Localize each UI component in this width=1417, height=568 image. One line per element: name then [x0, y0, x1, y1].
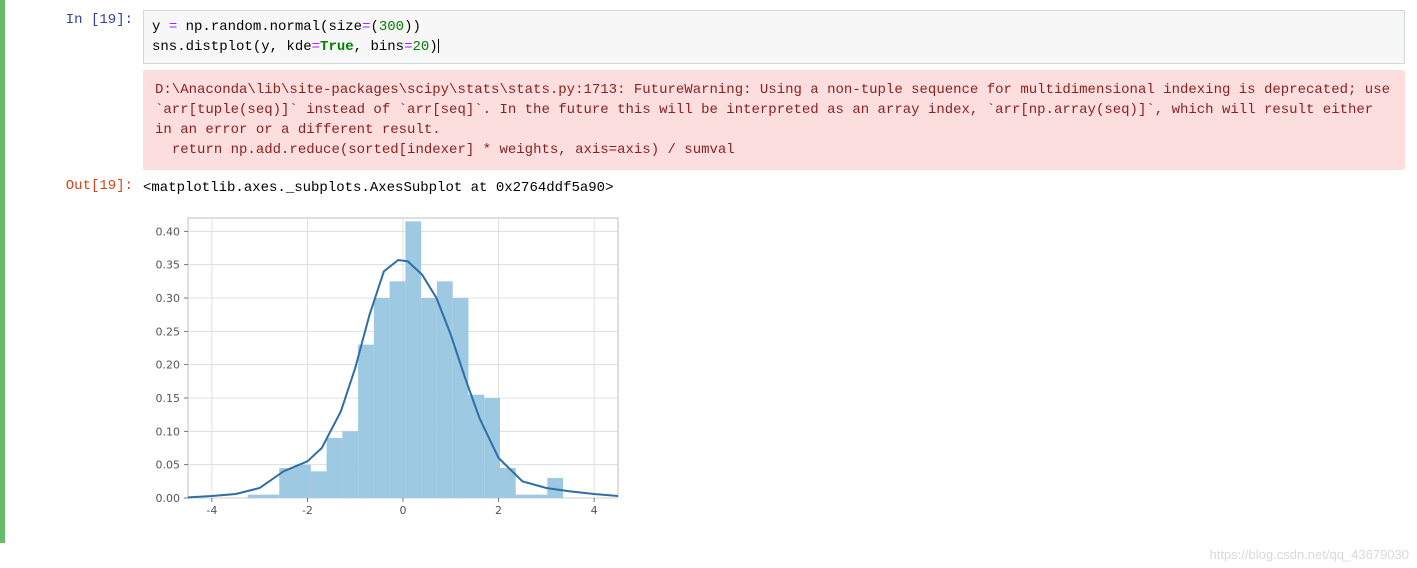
distplot-chart: -4 -2 0 2 4 0.00 0.05 0.10 0.15 0.20 0.25 0.30 0.35 0…	[133, 208, 633, 528]
histogram-bar	[358, 345, 374, 498]
x-tick-label: 2	[495, 504, 502, 517]
x-tick-label: -2	[302, 504, 313, 517]
x-tick-label: -4	[206, 504, 217, 517]
warning-output: D:\Anaconda\lib\site-packages\scipy\stat…	[143, 70, 1405, 170]
output-prompt: Out[19]:	[5, 176, 143, 196]
y-tick-label: 0.00	[156, 492, 181, 505]
histogram-bar	[532, 495, 548, 498]
y-tick-label: 0.05	[156, 459, 181, 472]
y-tick-label: 0.40	[156, 225, 181, 238]
histogram-bar	[516, 495, 532, 498]
histogram-bar	[311, 471, 327, 498]
notebook-cell: In [19]: y = np.random.normal(size=(300)…	[0, 0, 1417, 543]
histogram-bar	[453, 298, 469, 498]
output-row: Out[19]: <matplotlib.axes._subplots.Axes…	[5, 176, 1405, 198]
histogram-bar	[263, 495, 279, 498]
output-text: <matplotlib.axes._subplots.AxesSubplot a…	[143, 176, 1405, 198]
input-row: In [19]: y = np.random.normal(size=(300)…	[5, 10, 1405, 64]
histogram-bar	[390, 281, 406, 498]
y-tick-label: 0.35	[156, 259, 181, 272]
y-tick-label: 0.10	[156, 425, 181, 438]
y-tick-label: 0.15	[156, 392, 181, 405]
y-tick-label: 0.20	[156, 359, 181, 372]
histogram-bar	[295, 465, 311, 498]
stderr-row: D:\Anaconda\lib\site-packages\scipy\stat…	[5, 70, 1405, 170]
y-tick-label: 0.30	[156, 292, 181, 305]
histogram-bar	[374, 298, 390, 498]
histogram-bar	[484, 398, 500, 498]
text-cursor	[438, 39, 439, 53]
histogram-bar	[342, 431, 358, 498]
input-prompt: In [19]:	[5, 10, 143, 30]
code-input[interactable]: y = np.random.normal(size=(300)) sns.dis…	[143, 10, 1405, 64]
histogram-bar	[421, 298, 437, 498]
histogram-bar	[405, 221, 421, 498]
plot-output: -4 -2 0 2 4 0.00 0.05 0.10 0.15 0.20 0.25 0.30 0.35 0…	[133, 208, 1405, 533]
x-tick-label: 4	[591, 504, 598, 517]
histogram-bar	[327, 438, 343, 498]
watermark-text: https://blog.csdn.net/qq_43679030	[1210, 547, 1410, 562]
histogram-bar	[437, 281, 453, 498]
x-tick-label: 0	[400, 504, 407, 517]
histogram-bar	[248, 495, 264, 498]
y-tick-label: 0.25	[156, 325, 181, 338]
